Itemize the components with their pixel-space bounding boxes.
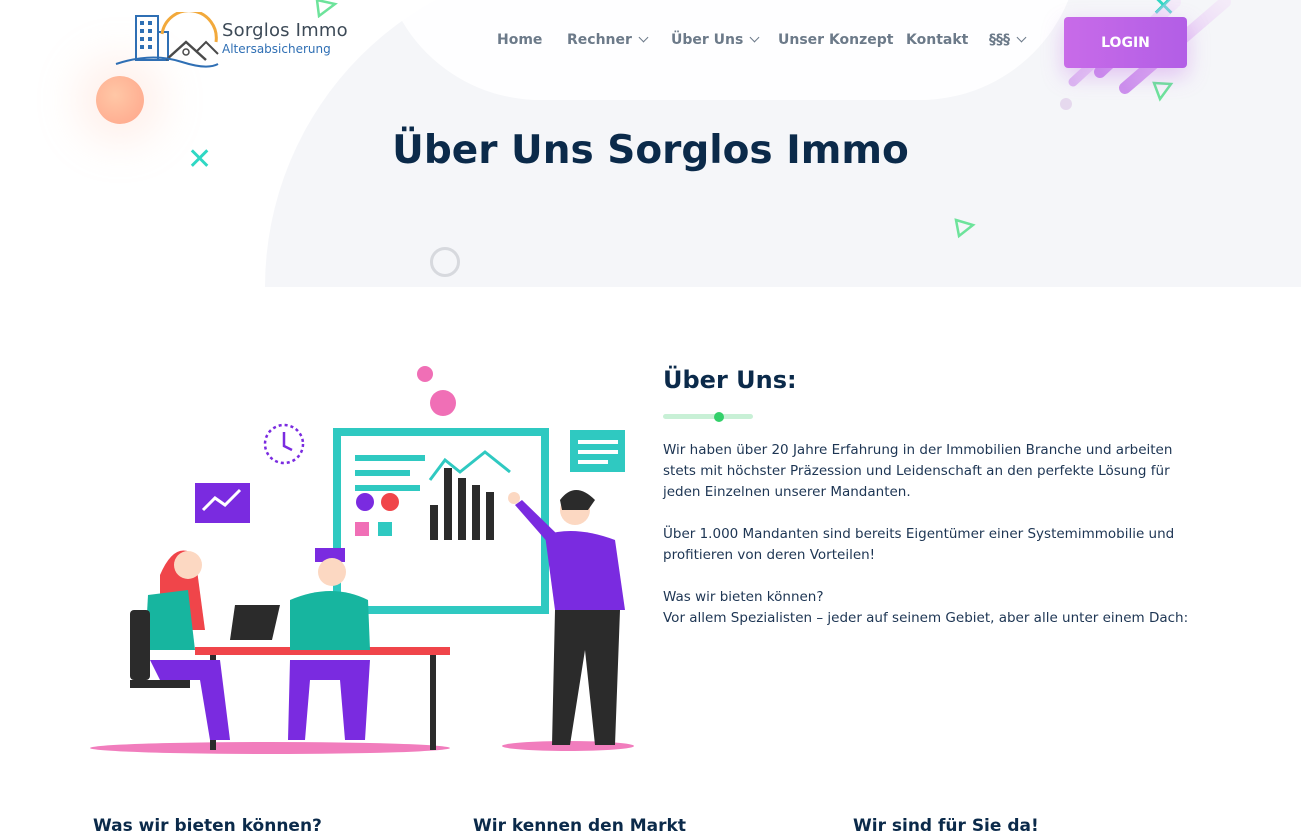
- brand-tagline: Altersabsicherung: [222, 42, 331, 56]
- nav-item-label: Über Uns: [671, 32, 744, 48]
- nav-item-ueber-uns[interactable]: Über Uns: [671, 32, 760, 48]
- column-title: Was wir bieten können?: [93, 816, 322, 836]
- chevron-down-icon: [749, 32, 760, 43]
- chevron-down-icon: [638, 32, 649, 43]
- brand-name: Sorglos Immo: [222, 20, 348, 41]
- nav-item-label: §§§: [989, 32, 1010, 48]
- about-paragraph: Über 1.000 Mandanten sind bereits Eigent…: [663, 526, 1175, 563]
- about-paragraph: Wir haben über 20 Jahre Erfahrung in der…: [663, 442, 1173, 500]
- nav-item-rechner[interactable]: Rechner: [567, 32, 649, 48]
- about-heading: Über Uns:: [663, 366, 797, 394]
- nav-item-label: Unser Konzept: [778, 32, 894, 48]
- triangle-decoration-icon: [954, 218, 976, 239]
- about-paragraph: Was wir bieten können?: [663, 589, 824, 605]
- peach-circle-decoration: [96, 76, 144, 124]
- nav-item-paragraphs[interactable]: §§§: [989, 32, 1027, 48]
- login-button[interactable]: LOGIN: [1064, 17, 1187, 68]
- column-title: Wir kennen den Markt: [473, 816, 686, 836]
- nav-item-home[interactable]: Home: [497, 32, 542, 48]
- ring-decoration: [430, 247, 460, 277]
- nav-item-label: Home: [497, 32, 543, 48]
- nav-item-label: Kontakt: [906, 32, 969, 48]
- nav-item-unser-konzept[interactable]: Unser Konzept: [778, 32, 894, 48]
- about-paragraph: Vor allem Spezialisten – jeder auf seine…: [663, 610, 1189, 626]
- chevron-down-icon: [1016, 32, 1027, 43]
- team-illustration: [90, 366, 634, 754]
- nav-item-label: Rechner: [567, 32, 632, 48]
- heading-separator: [663, 414, 753, 419]
- page-title: Über Uns Sorglos Immo: [392, 128, 909, 173]
- hero-blob-cutout: [380, 0, 1080, 100]
- nav-item-kontakt[interactable]: Kontakt: [906, 32, 968, 48]
- heading-separator-dot: [714, 412, 724, 422]
- column-title: Wir sind für Sie da!: [853, 816, 1039, 836]
